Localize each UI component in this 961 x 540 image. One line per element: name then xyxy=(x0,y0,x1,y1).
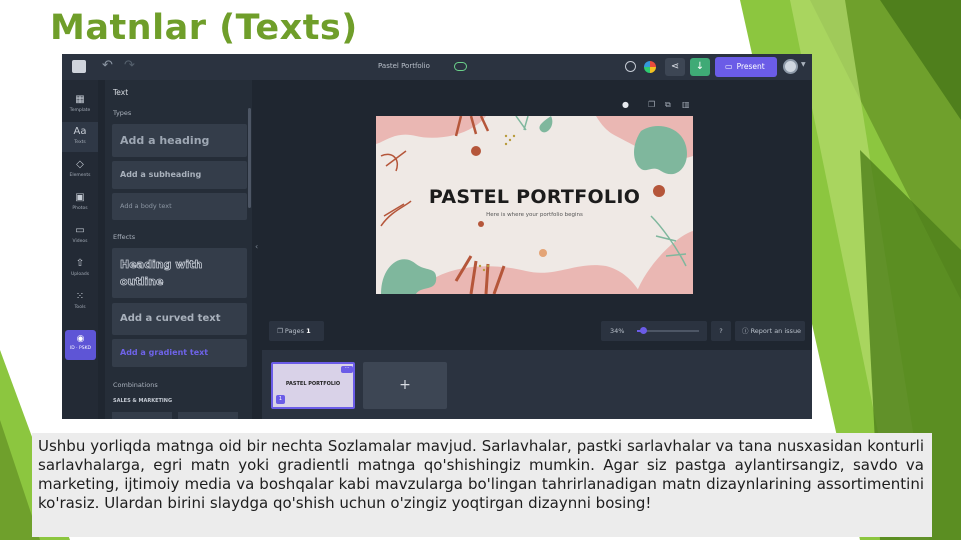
sidebar-item-elements[interactable]: ◇ Elements xyxy=(62,155,98,185)
uploads-icon: ⇧ xyxy=(75,258,85,269)
pages-button[interactable]: ❐ Pages 1 xyxy=(269,321,324,341)
add-subheading-button[interactable]: Add a subheading xyxy=(112,161,247,189)
add-heading-button[interactable]: Add a heading xyxy=(112,124,247,157)
copy-slide-icon[interactable]: ❐ xyxy=(648,100,655,109)
chevron-down-icon[interactable]: ▼ xyxy=(801,61,806,68)
slide-subtitle[interactable]: Here is where your portfolio begins xyxy=(376,212,693,218)
help-icon: ? xyxy=(719,327,723,335)
description-text: Ushbu yorliqda matnga oid bir nechta Soz… xyxy=(32,433,932,537)
sidebar-item-photos[interactable]: ▣ Photos xyxy=(62,188,98,218)
panel-title: Text xyxy=(113,88,129,97)
elements-icon: ◇ xyxy=(76,159,84,170)
combinations-label: Combinations xyxy=(113,381,158,389)
present-button[interactable]: ▭ Present xyxy=(715,57,777,77)
heading-outline-button[interactable]: Heading with outline xyxy=(112,248,247,298)
delete-icon[interactable]: ▥ xyxy=(682,100,690,109)
redo-icon[interactable]: ↷ xyxy=(124,58,135,73)
slide-canvas[interactable]: PASTEL PORTFOLIO Here is where your port… xyxy=(376,116,693,294)
thumbnail-title: PASTEL PORTFOLIO xyxy=(285,381,341,387)
zoom-control[interactable]: 34% xyxy=(601,321,707,341)
share-button[interactable]: ⋖ xyxy=(665,58,685,76)
sidebar-item-template[interactable]: ▦ Template xyxy=(62,90,98,120)
add-body-text-button[interactable]: Add a body text xyxy=(112,193,247,220)
download-icon: ↓ xyxy=(695,61,705,72)
color-wheel-icon[interactable] xyxy=(644,61,656,73)
slide-color-dot-icon[interactable]: ● xyxy=(622,100,629,109)
brand-kit-button[interactable]: ◉ ID · PSKD xyxy=(65,330,96,360)
pages-count: 1 xyxy=(306,327,311,335)
types-label: Types xyxy=(113,109,132,117)
tools-icon: ⁙ xyxy=(75,291,85,302)
effects-label: Effects xyxy=(113,233,136,241)
sidebar-item-uploads[interactable]: ⇧ Uploads xyxy=(62,254,98,284)
present-icon: ▭ xyxy=(725,62,733,71)
editor-screenshot: ↶ ↷ Pastel Portfolio ⋖ ↓ ▭ Present ▼ ▦ Tem… xyxy=(62,54,812,419)
canvas-area: ● ❐ ⧉ ▥ PASTEL PORTFOLIO Here is where y… xyxy=(262,80,812,350)
sales-marketing-label: SALES & MARKETING xyxy=(113,398,173,404)
slide-title[interactable]: PASTEL PORTFOLIO xyxy=(376,186,693,208)
panel-scrollbar[interactable] xyxy=(248,108,251,208)
videos-icon: ▭ xyxy=(75,225,85,236)
photos-icon: ▣ xyxy=(75,192,85,203)
brand-icon: ◉ xyxy=(76,334,85,344)
info-icon: ⓘ xyxy=(742,327,751,335)
page-strip: PASTEL PORTFOLIO 1 ··· + xyxy=(262,350,812,419)
cloud-saved-icon xyxy=(454,62,467,71)
duplicate-icon[interactable]: ⧉ xyxy=(665,100,671,110)
add-page-button[interactable]: + xyxy=(363,362,447,409)
page-title: Matnlar (Texts) xyxy=(50,8,358,48)
combination-tile[interactable] xyxy=(178,412,238,419)
combination-tile[interactable] xyxy=(112,412,172,419)
help-button[interactable]: ? xyxy=(711,321,731,341)
sidebar-item-texts[interactable]: Aa Texts xyxy=(62,122,98,152)
thumbnail-menu-button[interactable]: ··· xyxy=(341,366,353,373)
pages-icon: ❐ xyxy=(277,327,285,335)
collapse-panel-icon[interactable]: ‹ xyxy=(255,242,258,251)
text-icon: Aa xyxy=(73,126,87,137)
sidebar-item-videos[interactable]: ▭ Videos xyxy=(62,221,98,251)
editor-topbar: ↶ ↷ Pastel Portfolio ⋖ ↓ ▭ Present ▼ xyxy=(62,54,812,80)
palette-icon[interactable] xyxy=(625,61,636,72)
app-logo-icon[interactable] xyxy=(72,60,86,73)
thumbnail-page-number: 1 xyxy=(276,395,285,404)
download-button[interactable]: ↓ xyxy=(690,58,710,76)
page-thumbnail[interactable]: PASTEL PORTFOLIO 1 ··· xyxy=(271,362,355,409)
undo-icon[interactable]: ↶ xyxy=(102,58,113,73)
gradient-text-button[interactable]: Add a gradient text xyxy=(112,339,247,367)
avatar[interactable] xyxy=(783,59,798,74)
curved-text-button[interactable]: Add a curved text xyxy=(112,303,247,335)
tool-sidebar: ▦ Template Aa Texts ◇ Elements ▣ Photos ▭ Vid… xyxy=(62,80,98,419)
document-title[interactable]: Pastel Portfolio xyxy=(378,62,430,70)
text-panel: Text Types Add a heading Add a subheadin… xyxy=(105,80,252,419)
sidebar-item-tools[interactable]: ⁙ Tools xyxy=(62,287,98,317)
present-label: Present xyxy=(736,62,765,71)
report-issue-button[interactable]: ⓘ Report an issue xyxy=(735,321,805,341)
zoom-slider-handle[interactable] xyxy=(640,327,648,334)
share-icon: ⋖ xyxy=(670,61,680,72)
templates-icon: ▦ xyxy=(75,94,85,105)
zoom-level: 34% xyxy=(610,327,625,335)
